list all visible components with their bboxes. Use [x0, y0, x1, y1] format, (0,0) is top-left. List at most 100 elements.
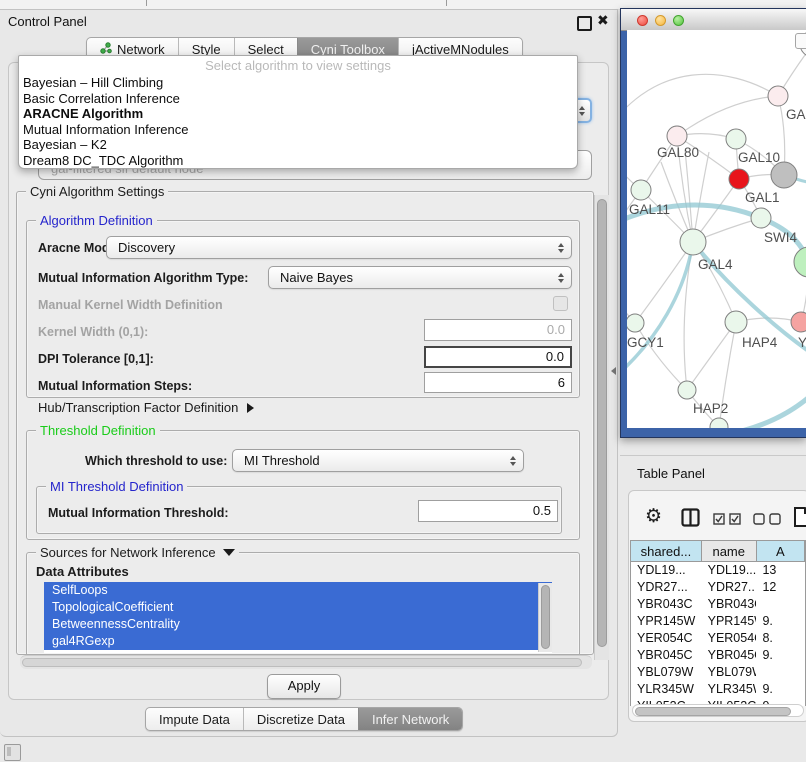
graph-node[interactable]: [794, 247, 806, 277]
hub-definition-expander[interactable]: Hub/Transcription Factor Definition: [38, 400, 254, 415]
graph-node-swi4[interactable]: [751, 208, 771, 228]
graph-node-gal4[interactable]: [680, 229, 706, 255]
popup-item[interactable]: Basic Correlation Inference: [19, 91, 577, 107]
attribute-item[interactable]: TopologicalCoefficient: [44, 599, 552, 616]
mi-algorithm-type-combobox[interactable]: Naive Bayes: [268, 266, 572, 289]
minimize-traffic-light-icon[interactable]: [655, 15, 666, 26]
combo-arrows-icon: [558, 243, 564, 253]
mi-threshold-field[interactable]: 0.5: [418, 500, 558, 522]
panel-divider: [620, 455, 806, 456]
graph-node-gal1[interactable]: [729, 169, 749, 189]
kernel-width-label: Kernel Width (0,1):: [38, 325, 148, 339]
table-cell: YBL079W: [631, 664, 702, 681]
graph-node[interactable]: [710, 418, 728, 428]
graph-edge[interactable]: [693, 152, 709, 242]
close-traffic-light-icon[interactable]: [637, 15, 648, 26]
graph-edge[interactable]: [627, 242, 693, 375]
split-pane-collapse-icon[interactable]: [611, 367, 616, 375]
columns-icon[interactable]: [681, 508, 700, 532]
table-row[interactable]: YBR045CYBR045C9.: [631, 647, 805, 664]
table-row[interactable]: YDR27...YDR27...12: [631, 579, 805, 596]
graph-node-hap2[interactable]: [678, 381, 696, 399]
float-window-icon[interactable]: [577, 16, 592, 31]
popup-item[interactable]: Bayesian – Hill Climbing: [19, 75, 577, 91]
attribute-item[interactable]: BetweennessCentrality: [44, 616, 552, 633]
table-cell: YDL19...: [631, 562, 702, 579]
popup-item[interactable]: Mutual Information Inference: [19, 122, 577, 138]
mini-panel-icon[interactable]: [4, 744, 21, 761]
graph-node-gal80[interactable]: [667, 126, 687, 146]
tab-label: Discretize Data: [257, 712, 345, 727]
settings-horizontal-scrollbar[interactable]: [20, 655, 592, 669]
unchecked-pair-icon[interactable]: [753, 512, 783, 530]
network-canvas[interactable]: GALGAL80GAL10GAL1GAL11SWI4GAL4GCY1HAP4YH…: [627, 30, 806, 428]
table-cell: 9.: [756, 613, 805, 630]
popup-item[interactable]: ARACNE Algorithm: [19, 106, 577, 122]
graph-node-gcy1[interactable]: [627, 314, 644, 332]
which-threshold-value: MI Threshold: [244, 453, 320, 468]
table-cell: YPR145W: [702, 613, 757, 630]
node-table[interactable]: shared...nameAYDL19...YDL19...13YDR27...…: [630, 540, 806, 706]
column-header-name[interactable]: name: [702, 541, 757, 561]
graph-node-gal10[interactable]: [726, 129, 746, 149]
dpi-tolerance-field[interactable]: 0.0: [424, 346, 572, 368]
graph-node[interactable]: [771, 162, 797, 188]
column-header-A[interactable]: A: [757, 541, 805, 561]
graph-edge[interactable]: [685, 150, 693, 242]
table-horizontal-scrollbar[interactable]: [632, 704, 804, 717]
table-cell: YBR043C: [631, 596, 702, 613]
tab-impute-data[interactable]: Impute Data: [146, 708, 243, 730]
graph-node-gal[interactable]: [768, 86, 788, 106]
combo-arrows-icon: [558, 273, 564, 283]
graph-edge[interactable]: [687, 322, 736, 390]
network-window-titlebar[interactable]: [621, 9, 806, 31]
graph-node-label: GAL11: [629, 202, 670, 217]
tab-infer-network[interactable]: Infer Network: [358, 708, 462, 730]
popup-item[interactable]: Dream8 DC_TDC Algorithm: [19, 153, 577, 169]
combo-arrows-icon: [579, 106, 585, 116]
graph-node-y[interactable]: [791, 312, 806, 332]
attribute-item[interactable]: gal4RGexp: [44, 633, 552, 650]
table-row[interactable]: YDL19...YDL19...13: [631, 562, 805, 579]
table-row[interactable]: YBL079WYBL079W: [631, 664, 805, 681]
aracne-mode-combobox[interactable]: Discovery: [106, 236, 572, 259]
sources-title-wrap[interactable]: Sources for Network Inference: [36, 545, 239, 560]
kernel-width-field[interactable]: 0.0: [424, 319, 572, 341]
apply-button[interactable]: Apply: [267, 674, 341, 699]
document-icon[interactable]: [793, 506, 806, 533]
tab-discretize-data[interactable]: Discretize Data: [243, 708, 358, 730]
table-row[interactable]: YPR145WYPR145W9.: [631, 613, 805, 630]
attribute-item[interactable]: SelfLoops: [44, 582, 552, 599]
table-row[interactable]: YLR345WYLR345W9.: [631, 681, 805, 698]
close-icon[interactable]: ✖: [597, 12, 609, 29]
settings-vertical-scrollbar-thumb[interactable]: [597, 199, 607, 647]
checked-pair-icon[interactable]: [713, 512, 743, 530]
gear-icon[interactable]: ⚙: [645, 505, 662, 527]
column-header-shared...[interactable]: shared...: [631, 541, 702, 561]
zoom-traffic-light-icon[interactable]: [673, 15, 684, 26]
attributes-scrollbar-thumb[interactable]: [541, 585, 550, 649]
expander-arrow-right-icon: [247, 403, 254, 413]
which-threshold-combobox[interactable]: MI Threshold: [232, 449, 524, 472]
graph-node-hap4[interactable]: [725, 311, 747, 333]
mi-threshold-label: Mutual Information Threshold:: [48, 506, 229, 520]
manual-kernel-width-checkbox[interactable]: [553, 296, 568, 311]
settings-vertical-scrollbar[interactable]: [594, 195, 609, 660]
graph-edge[interactable]: [627, 74, 778, 130]
sources-title: Sources for Network Inference: [40, 545, 216, 560]
graph-edge[interactable]: [635, 323, 687, 390]
attributes-scrollbar[interactable]: [538, 583, 552, 652]
popup-item[interactable]: Bayesian – K2: [19, 137, 577, 153]
data-attributes-list[interactable]: SelfLoopsTopologicalCoefficientBetweenne…: [44, 582, 552, 653]
manual-kernel-width-label: Manual Kernel Width Definition: [38, 298, 223, 312]
graph-node-gal11[interactable]: [631, 180, 651, 200]
mi-steps-field[interactable]: 6: [424, 372, 572, 393]
settings-horizontal-scrollbar-thumb[interactable]: [22, 658, 582, 667]
table-cell: 8.: [756, 630, 805, 647]
table-row[interactable]: YBR043CYBR043C: [631, 596, 805, 613]
table-horizontal-scrollbar-thumb[interactable]: [635, 707, 791, 716]
graph-edge[interactable]: [677, 96, 778, 136]
table-row[interactable]: YER054CYER054C8.: [631, 630, 805, 647]
window-corner-widget: [795, 33, 806, 49]
mi-threshold-definition-title: MI Threshold Definition: [46, 479, 187, 494]
